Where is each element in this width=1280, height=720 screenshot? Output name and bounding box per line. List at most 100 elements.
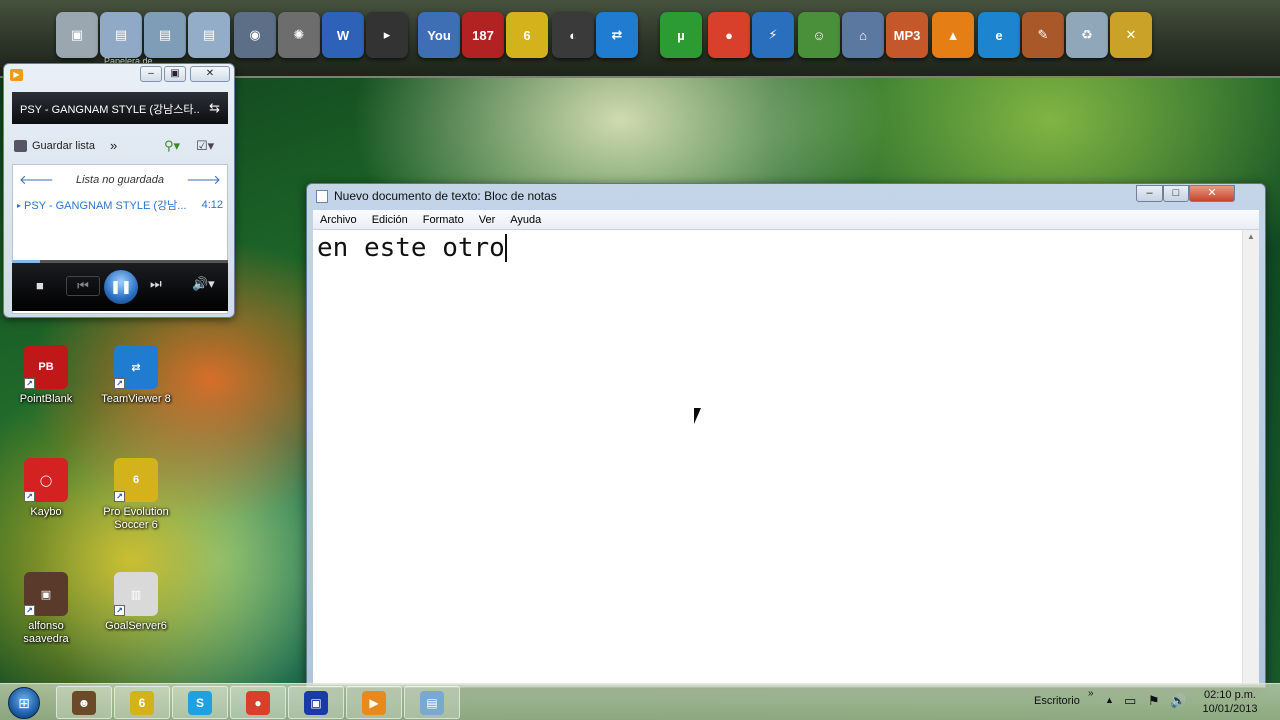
media-player-minimize-button[interactable]: – (140, 66, 162, 82)
desktop-shortcut-icon: PB ↗ (24, 345, 68, 389)
dock-vlc-icon[interactable]: ▲ (932, 12, 974, 58)
taskbar-pinnacle-button[interactable]: ▣ (288, 686, 344, 719)
dock-garena-icon[interactable]: ◐ (552, 12, 594, 58)
desktop-shortcut-label: Kaybo (30, 506, 62, 518)
menu-edicion[interactable]: Edición (372, 214, 408, 226)
toolbar-chevron[interactable]: » (1088, 688, 1094, 720)
shortcut-arrow-icon: ↗ (114, 605, 125, 616)
playlist-title: Lista no guardada (75, 174, 165, 186)
dock-speed-icon[interactable]: ⚡ (752, 12, 794, 58)
editor-text: en este otro (317, 233, 505, 263)
dock-film-reel-icon[interactable]: ✺ (278, 12, 320, 58)
previous-button[interactable]: ⏮ (66, 276, 100, 296)
dock-folder-2-icon[interactable]: ▤ (144, 12, 186, 58)
dock-district-187-icon[interactable]: 187 (462, 12, 504, 58)
dock-chrome-icon[interactable]: ● (708, 12, 750, 58)
pause-button[interactable]: ❚❚ (104, 270, 138, 304)
dock-folder-3-icon[interactable]: ▤ (188, 12, 230, 58)
text-editor[interactable]: en este otro ▲ (313, 230, 1259, 685)
dock-word-icon[interactable]: W (322, 12, 364, 58)
desktop-shortcut[interactable]: ▥ ↗ GoalServer6 (96, 572, 176, 633)
playlist-row[interactable]: ▸ PSY - GANGNAM STYLE (강남... 4:12 (13, 195, 227, 215)
dock-folder-1-icon[interactable]: ▤ (100, 12, 142, 58)
vertical-scrollbar[interactable]: ▲ (1242, 230, 1259, 685)
stop-button[interactable]: ■ (36, 278, 44, 293)
dock-utorrent-icon[interactable]: µ (660, 12, 702, 58)
forward-arrow-icon[interactable]: 🡒 (186, 172, 221, 188)
playing-indicator-icon: ▸ (17, 200, 22, 210)
volume-tray-icon[interactable]: 🔊 (1170, 693, 1186, 720)
menu-ver[interactable]: Ver (479, 214, 496, 226)
dock-computer-icon[interactable]: ▣ (56, 12, 98, 58)
list-options-icon[interactable]: ☑▾ (196, 138, 214, 154)
desktop-shortcut[interactable]: ▣ ↗ alfonso saavedra (6, 572, 86, 646)
desktop-shortcut-icon: ⇄ ↗ (114, 345, 158, 389)
desktop-shortcut-label: GoalServer6 (105, 620, 167, 632)
notepad-icon: ▤ (420, 690, 444, 715)
menu-archivo[interactable]: Archivo (320, 214, 357, 226)
minimize-button[interactable]: – (1136, 185, 1163, 202)
close-button[interactable]: ✕ (1189, 185, 1235, 202)
media-player-icon: ▶ (362, 690, 386, 715)
dock-ie-icon[interactable]: e (978, 12, 1020, 58)
dock-media-disc-icon[interactable]: ◉ (234, 12, 276, 58)
action-center-flag-icon[interactable]: ⚑ (1148, 693, 1160, 720)
media-player-window[interactable]: ▶ – ▣ ✕ PSY - GANGNAM STYLE (강남스타... ⇆ G… (3, 63, 235, 318)
shortcut-arrow-icon: ↗ (114, 491, 125, 502)
taskbar-pes-button[interactable]: 6 (114, 686, 170, 719)
save-list-button[interactable]: Guardar lista (32, 140, 95, 152)
playlist-options-icon[interactable]: ⚲▾ (164, 138, 180, 154)
menu-formato[interactable]: Formato (423, 214, 464, 226)
desktop-shortcut[interactable]: ⇄ ↗ TeamViewer 8 (96, 345, 176, 406)
next-button[interactable]: ⏭ (150, 276, 162, 292)
media-player-close-button[interactable]: ✕ (190, 66, 230, 82)
volume-icon[interactable]: 🔊▾ (192, 276, 215, 292)
desktop-shortcut-label: alfonso saavedra (23, 620, 69, 645)
shortcut-arrow-icon: ↗ (24, 605, 35, 616)
dock-mp3-icon[interactable]: MP3 (886, 12, 928, 58)
dock-pes-icon[interactable]: 6 (506, 12, 548, 58)
desktop-shortcut[interactable]: ◯ ↗ Kaybo (6, 458, 86, 519)
media-player-restore-button[interactable]: ▣ (164, 66, 186, 82)
media-player-app-icon: ▶ (10, 69, 23, 81)
desktop-shortcut-icon: 6 ↗ (114, 458, 158, 502)
track-title: PSY - GANGNAM STYLE (강남... (24, 200, 187, 212)
notepad-title: Nuevo documento de texto: Bloc de notas (334, 189, 557, 203)
taskbar-notepad-button[interactable]: ▤ (404, 686, 460, 719)
dock-messenger-icon[interactable]: ☺ (798, 12, 840, 58)
more-options-button[interactable]: » (110, 138, 117, 153)
skype-icon: S (188, 690, 212, 715)
dock-teamviewer-icon[interactable]: ⇄ (596, 12, 638, 58)
clock-date: 10/01/2013 (1202, 703, 1258, 715)
scroll-up-arrow-icon[interactable]: ▲ (1247, 232, 1255, 241)
network-icon[interactable]: ▭ (1124, 693, 1136, 720)
show-hidden-icons-icon[interactable]: ▲ (1105, 695, 1114, 720)
taskbar-character-button[interactable]: ☻ (56, 686, 112, 719)
maximize-button[interactable]: □ (1163, 185, 1189, 202)
desktop-shortcut[interactable]: PB ↗ PointBlank (6, 345, 86, 406)
notepad-titlebar[interactable]: Nuevo documento de texto: Bloc de notas … (307, 184, 1265, 208)
back-arrow-icon[interactable]: 🡐 (19, 172, 54, 188)
desktop-shortcut[interactable]: 6 ↗ Pro Evolution Soccer 6 (96, 458, 176, 532)
dock-network-icon[interactable]: ⌂ (842, 12, 884, 58)
desktop-toolbar-label[interactable]: Escritorio (1034, 695, 1080, 720)
dock-recycle-bin-icon[interactable]: ♻ (1066, 12, 1108, 58)
dock-wrench-icon[interactable]: ✕ (1110, 12, 1152, 58)
now-playing-bar: PSY - GANGNAM STYLE (강남스타... ⇆ (12, 92, 228, 124)
dock-tool-icon[interactable]: ✎ (1022, 12, 1064, 58)
switch-view-icon[interactable]: ⇆ (209, 100, 220, 116)
dock-youtube-icon[interactable]: You (418, 12, 460, 58)
desktop-shortcut-label: TeamViewer 8 (101, 393, 171, 405)
system-clock[interactable]: 02:10 p.m. 10/01/2013 (1196, 688, 1264, 716)
dock-terminal-icon[interactable]: ▸ (366, 12, 408, 58)
notepad-app-icon (316, 190, 328, 203)
taskbar-media-player-button[interactable]: ▶ (346, 686, 402, 719)
start-button[interactable]: ⊞ (8, 687, 40, 719)
menu-ayuda[interactable]: Ayuda (510, 214, 541, 226)
notepad-window[interactable]: Nuevo documento de texto: Bloc de notas … (306, 183, 1266, 688)
track-duration: 4:12 (201, 199, 223, 211)
desktop-shortcut-icon: ▣ ↗ (24, 572, 68, 616)
taskbar-chrome-button[interactable]: ● (230, 686, 286, 719)
media-player-titlebar[interactable]: ▶ – ▣ ✕ (4, 64, 234, 86)
taskbar-skype-button[interactable]: S (172, 686, 228, 719)
